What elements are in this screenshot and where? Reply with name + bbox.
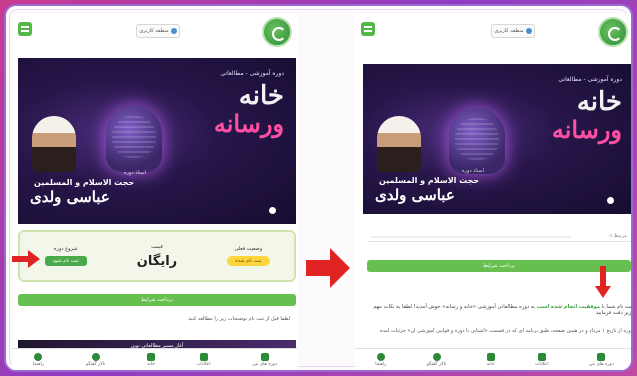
left-topbar: منطقه کاربری bbox=[12, 14, 298, 50]
bottom-nav: راهنما تالار گفتگو خانه اعلانات دوره های… bbox=[355, 348, 631, 370]
user-icon bbox=[525, 28, 532, 34]
teacher-label: استاد دوره bbox=[461, 168, 484, 174]
arrow-right-icon bbox=[306, 248, 350, 288]
course-tag: دوره آموزشی - مطالعاتی bbox=[220, 70, 284, 77]
nav-home[interactable]: خانه bbox=[486, 352, 495, 367]
home-icon bbox=[147, 352, 156, 361]
teacher-portrait bbox=[32, 116, 76, 172]
payment-terms-bar[interactable]: پرداخت شرایط bbox=[18, 294, 296, 306]
home-icon bbox=[486, 352, 495, 361]
status-label: وضعیت فعلی bbox=[234, 246, 263, 252]
nav-label: راهنما bbox=[375, 361, 387, 367]
nav-label: راهنما bbox=[32, 361, 45, 367]
user-area-label: منطقه کاربری bbox=[494, 28, 524, 34]
status-badge: ثبت نام شده bbox=[227, 256, 270, 266]
bottom-nav: راهنما تالار گفتگو خانه اعلانات دوره های… bbox=[12, 348, 298, 370]
nav-label: دوره های من bbox=[589, 361, 614, 367]
info-text: دوره از تاریخ ۱ مرداد و در همین صفحه، طب… bbox=[379, 328, 633, 334]
progress-track bbox=[371, 236, 571, 238]
teacher-name: عباسی ولدی bbox=[30, 188, 110, 206]
nav-label: اعلانات bbox=[535, 361, 549, 367]
status-column: وضعیت فعلی ثبت نام شده bbox=[208, 246, 288, 266]
nav-label: خانه bbox=[486, 361, 495, 367]
course-banner: دوره آموزشی - مطالعاتی خانه ورسانه استاد… bbox=[18, 58, 296, 224]
nav-forum[interactable]: تالار گفتگو bbox=[426, 352, 447, 367]
nav-forum[interactable]: تالار گفتگو bbox=[85, 352, 106, 367]
user-area-button[interactable]: منطقه کاربری bbox=[491, 24, 535, 38]
course-info-card: شروع دوره ثبت نام شود قیمت رایگان وضعیت … bbox=[18, 230, 296, 282]
price-column: قیمت رایگان bbox=[117, 244, 197, 269]
nav-label: تالار گفتگو bbox=[426, 361, 447, 367]
course-title-line1: خانه bbox=[576, 87, 622, 117]
right-phone-screen: منطقه کاربری دوره آموزشی - مطالعاتی خانه… bbox=[355, 14, 633, 370]
users-icon bbox=[432, 352, 441, 361]
course-banner: دوره آموزشی - مطالعاتی خانه ورسانه استاد… bbox=[363, 64, 631, 214]
payment-terms-bar[interactable]: پرداخت شرایط bbox=[367, 260, 631, 272]
nav-my-courses[interactable]: دوره های من bbox=[252, 352, 278, 367]
folder-icon bbox=[597, 352, 606, 361]
course-tag: دوره آموزشی - مطالعاتی bbox=[558, 76, 622, 83]
org-logo bbox=[269, 207, 276, 214]
microphone-icon bbox=[106, 106, 162, 172]
user-icon bbox=[170, 28, 177, 34]
bell-icon bbox=[537, 352, 546, 361]
start-label: شروع دوره bbox=[53, 246, 78, 252]
nav-help[interactable]: راهنما bbox=[32, 352, 45, 367]
site-logo[interactable] bbox=[598, 17, 628, 47]
teacher-portrait bbox=[377, 116, 421, 172]
register-button[interactable]: ثبت نام شود bbox=[44, 256, 87, 266]
progress-label: ۰٪ مرتبط bbox=[606, 233, 627, 239]
teacher-name: عباسی ولدی bbox=[375, 186, 455, 204]
course-title-line1: خانه bbox=[238, 81, 284, 111]
right-topbar: منطقه کاربری bbox=[355, 14, 631, 50]
nav-home[interactable]: خانه bbox=[147, 352, 156, 367]
site-logo[interactable] bbox=[262, 17, 292, 47]
price-label: قیمت bbox=[151, 243, 163, 250]
org-logo bbox=[607, 197, 614, 204]
price-value: رایگان bbox=[136, 253, 178, 269]
nav-label: دوره های من bbox=[252, 361, 278, 367]
course-title-line2: ورسانه bbox=[551, 115, 622, 144]
course-title: خانه ورسانه bbox=[214, 82, 284, 138]
teacher-title: حجت الاسلام و المسلمین bbox=[379, 176, 480, 185]
progress-row: ۰٪ مرتبط bbox=[367, 232, 631, 242]
menu-icon[interactable] bbox=[361, 22, 375, 36]
nav-help[interactable]: راهنما bbox=[375, 352, 387, 367]
course-title-line2: ورسانه bbox=[213, 109, 284, 138]
success-message: ثبت نام شما با موفقیت انجام شده است به د… bbox=[365, 304, 631, 316]
nav-notifications[interactable]: اعلانات bbox=[535, 352, 549, 367]
nav-notifications[interactable]: اعلانات bbox=[197, 352, 211, 367]
user-area-label: منطقه کاربری bbox=[139, 28, 169, 34]
menu-icon[interactable] bbox=[18, 22, 32, 36]
nav-my-courses[interactable]: دوره های من bbox=[589, 352, 614, 367]
course-title: خانه ورسانه bbox=[552, 88, 622, 144]
arrow-down-icon bbox=[595, 266, 611, 298]
screenshot-frame: منطقه کاربری دوره آموزشی - مطالعاتی خانه… bbox=[4, 4, 633, 372]
help-icon bbox=[34, 352, 43, 361]
teacher-title: حجت الاسلام و المسلمین bbox=[34, 178, 135, 187]
info-text: لطفا قبل از ثبت نام توضیحات زیر را مطالع… bbox=[188, 316, 290, 322]
left-phone-screen: منطقه کاربری دوره آموزشی - مطالعاتی خانه… bbox=[12, 14, 298, 370]
users-icon bbox=[91, 352, 100, 361]
success-highlight: موفقیت انجام شده است bbox=[536, 304, 601, 310]
user-area-button[interactable]: منطقه کاربری bbox=[136, 24, 180, 38]
nav-label: اعلانات bbox=[197, 361, 211, 367]
arrow-right-icon bbox=[12, 250, 40, 268]
org-icon bbox=[607, 197, 614, 204]
folder-icon bbox=[260, 352, 269, 361]
help-icon bbox=[376, 352, 385, 361]
bell-icon bbox=[199, 352, 208, 361]
microphone-icon bbox=[449, 108, 505, 174]
org-icon bbox=[269, 207, 276, 214]
teacher-label: استاد دوره bbox=[123, 170, 146, 176]
nav-label: خانه bbox=[147, 361, 156, 367]
nav-label: تالار گفتگو bbox=[85, 361, 106, 367]
